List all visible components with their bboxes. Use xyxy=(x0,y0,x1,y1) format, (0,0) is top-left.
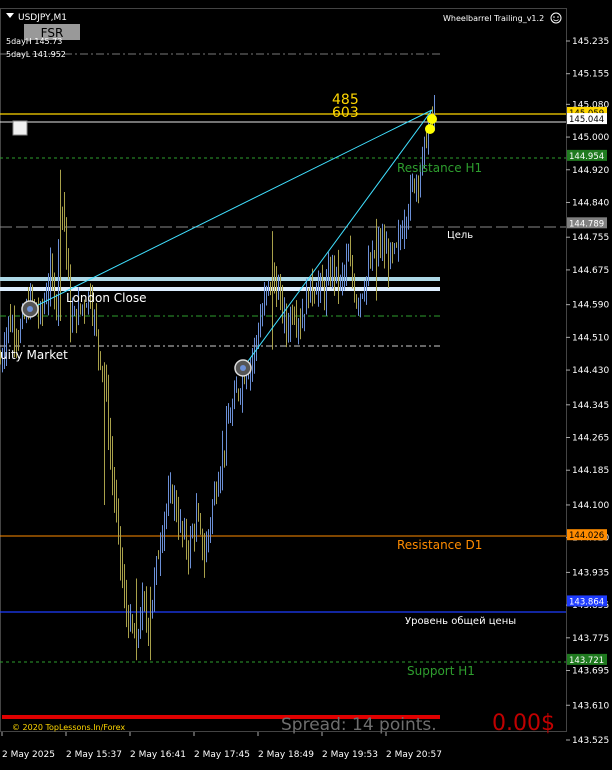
yellow-point-2-icon[interactable] xyxy=(425,124,435,134)
price-axis: 145.235145.155145.080145.000144.920144.8… xyxy=(566,37,609,746)
time-tick-label: 2 May 15:37 xyxy=(66,750,122,760)
profit-label: 0.00$ xyxy=(492,711,555,736)
price-tick-label: 145.155 xyxy=(572,70,609,80)
price-level-labels: 145.059145.044144.954144.789144.026143.8… xyxy=(567,106,607,666)
price-tick-label: 144.510 xyxy=(572,333,609,343)
spread-label: Spread: 14 points. xyxy=(281,715,437,735)
fib-number-603: 603 xyxy=(332,105,359,121)
price-tick-label: 143.525 xyxy=(572,736,609,746)
symbol-label: USDJPY,M1 xyxy=(18,13,67,23)
target-label: Цель xyxy=(447,230,473,241)
price-level-badge-label: 144.954 xyxy=(569,152,604,162)
day-low-label: 5dayL 141.952 xyxy=(6,50,66,59)
level-button[interactable] xyxy=(12,120,28,136)
price-tick-label: 144.755 xyxy=(572,233,609,243)
price-tick-label: 143.775 xyxy=(572,634,609,644)
marker-left-icon[interactable] xyxy=(21,300,39,318)
time-tick-label: 2 May 17:45 xyxy=(194,750,250,760)
resistance-d1-label: Resistance D1 xyxy=(397,538,482,552)
price-level-badge-label: 144.026 xyxy=(569,531,604,541)
equity-market-label: uity Market xyxy=(0,348,68,362)
resistance-h1-label: Resistance H1 xyxy=(397,161,482,175)
indicator-title: Wheelbarrel Trailing_v1.2 xyxy=(443,14,544,23)
price-tick-label: 143.695 xyxy=(572,667,609,677)
price-level-badge-label: 143.864 xyxy=(569,597,604,607)
price-level-badge-label: 145.044 xyxy=(569,115,604,125)
candles xyxy=(0,94,435,661)
time-tick-label: 2 May 16:41 xyxy=(130,750,186,760)
time-tick-label: 2 May 20:57 xyxy=(386,750,442,760)
price-tick-label: 145.235 xyxy=(572,37,609,47)
price-tick-label: 144.345 xyxy=(572,401,609,411)
price-level-badge-label: 144.789 xyxy=(569,219,604,229)
common-price-label: Уровень общей цены xyxy=(405,616,516,627)
price-tick-label: 143.935 xyxy=(572,568,609,578)
copyright-label: © 2020 TopLessons.In/Forex xyxy=(12,723,125,732)
support-h1-label: Support H1 xyxy=(407,664,475,678)
dropdown-arrow-icon[interactable] xyxy=(6,13,14,18)
day-high-label: 5dayH 145.73 xyxy=(6,37,62,46)
price-tick-label: 144.265 xyxy=(572,434,609,444)
price-tick-label: 144.840 xyxy=(572,198,609,208)
time-tick-label: 2 May 19:53 xyxy=(322,750,378,760)
price-level-badge-label: 143.721 xyxy=(569,656,604,666)
london-close-label: London Close xyxy=(66,291,147,305)
price-tick-label: 144.920 xyxy=(572,166,609,176)
price-tick-label: 144.675 xyxy=(572,266,609,276)
price-tick-label: 144.100 xyxy=(572,501,609,511)
price-tick-label: 145.000 xyxy=(572,133,609,143)
smiley-icon xyxy=(550,12,562,24)
marker-mid-icon[interactable] xyxy=(234,359,252,377)
price-tick-label: 144.590 xyxy=(572,301,609,311)
price-tick-label: 144.185 xyxy=(572,466,609,476)
price-chart[interactable]: USDJPY,M1 FSR 5dayH 145.73 5dayL 141.952… xyxy=(0,0,612,770)
time-tick-label: 2 May 18:49 xyxy=(258,750,314,760)
trend-line-lower[interactable] xyxy=(242,109,433,369)
yellow-point-1-icon[interactable] xyxy=(427,114,437,124)
time-tick-label: 2 May 2025 xyxy=(2,750,55,760)
price-tick-label: 143.610 xyxy=(572,701,609,711)
time-axis: 2 May 2025 2 May 15:37 2 May 16:41 2 May 17… xyxy=(1,732,442,760)
price-tick-label: 144.430 xyxy=(572,366,609,376)
